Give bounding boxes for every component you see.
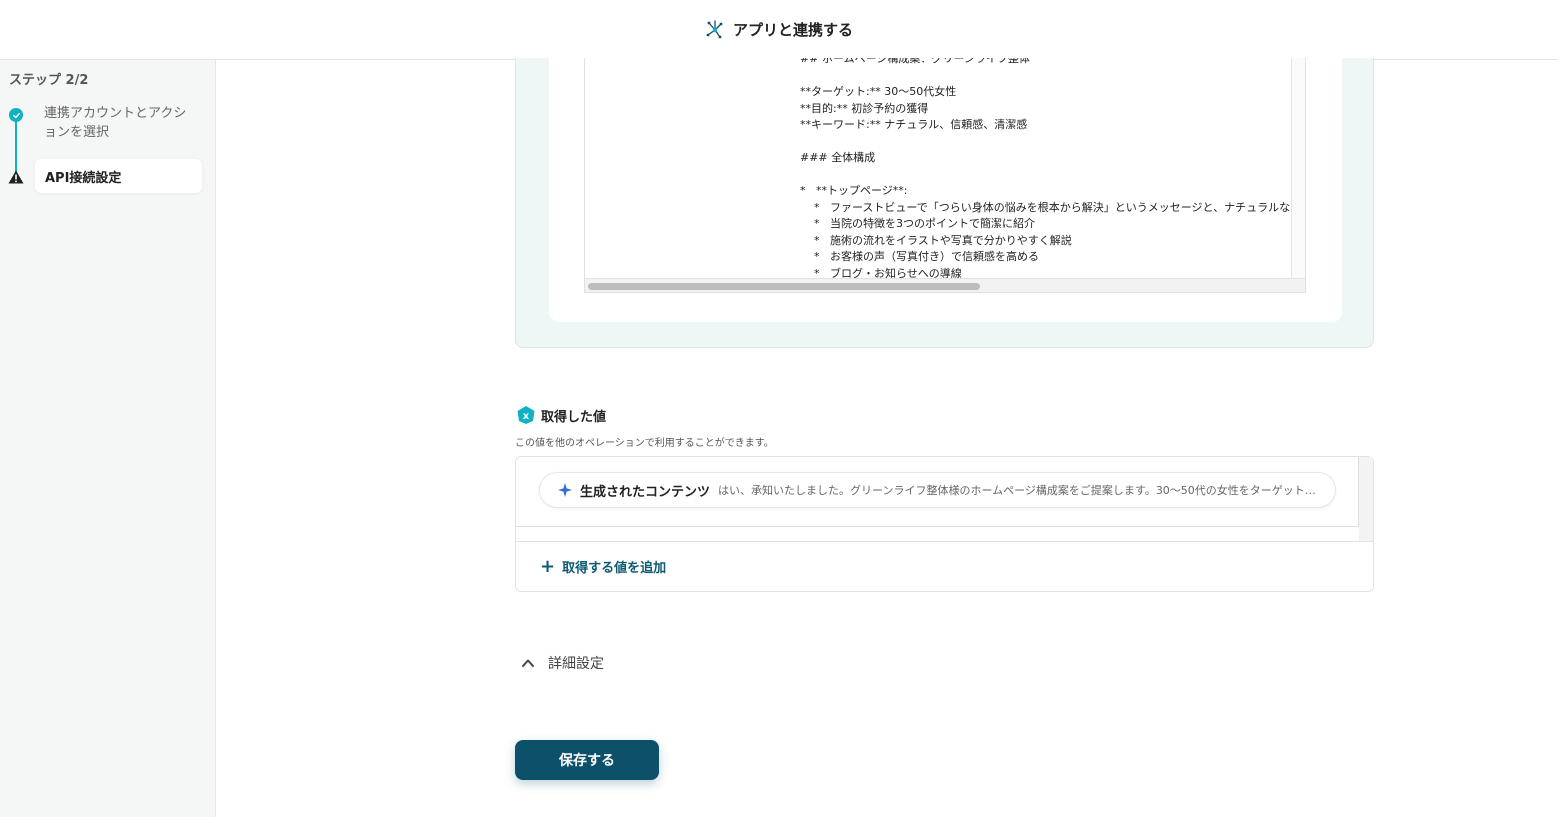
details-label: 詳細設定 [548, 656, 604, 672]
chevron-up-icon [522, 659, 534, 667]
step-counter: ステップ 2/2 [9, 73, 89, 88]
section-description: この値を他のオペレーションで利用することができます。 [515, 438, 774, 449]
output-textarea[interactable]: ## ホームページ構成案：グリーンライフ整体 **ターゲット:** 30〜50代… [584, 58, 1306, 293]
value-chip[interactable]: 生成されたコンテンツ はい、承知いたしました。グリーンライフ整体様のホームページ… [539, 472, 1336, 508]
output-line: * **トップページ**: [800, 184, 908, 197]
plus-icon: + [540, 555, 556, 577]
horizontal-scroll-thumb[interactable] [588, 283, 980, 290]
details-toggle[interactable]: 詳細設定 [520, 653, 604, 673]
values-scrollbar[interactable] [1359, 457, 1373, 541]
output-card: ## ホームページ構成案：グリーンライフ整体 **ターゲット:** 30〜50代… [549, 58, 1342, 322]
output-line: * ファーストビューで「つらい身体の悩みを根本から解決」というメッセージと、ナチ… [800, 200, 1290, 214]
value-name: 生成されたコンテンツ [580, 484, 711, 500]
output-line: ## ホームページ構成案：グリーンライフ整体 [800, 58, 1030, 65]
save-button[interactable]: 保存する [515, 740, 659, 780]
output-line: ### 全体構成 [800, 151, 876, 164]
add-value-button[interactable]: + 取得する値を追加 [540, 557, 666, 576]
divider [516, 541, 1373, 542]
sidebar-step-select-account[interactable]: 連携アカウントとアクションを選択 [44, 104, 194, 142]
values-list: 生成されたコンテンツ はい、承知いたしました。グリーンライフ整体様のホームページ… [516, 457, 1359, 527]
variable-icon: x [517, 406, 535, 424]
vertical-scrollbar[interactable] [1291, 58, 1305, 278]
output-line: **目的:** 初診予約の獲得 [800, 101, 929, 115]
sidebar-step-api-settings[interactable]: API接続設定 [35, 159, 202, 193]
output-line: **キーワード:** ナチュラル、信頼感、清潔感 [800, 118, 1028, 131]
page-header: アプリと連携する [0, 0, 1558, 60]
horizontal-scrollbar[interactable] [585, 278, 1305, 292]
output-text: ## ホームページ構成案：グリーンライフ整体 **ターゲット:** 30〜50代… [800, 58, 1290, 282]
output-panel: ## ホームページ構成案：グリーンライフ整体 **ターゲット:** 30〜50代… [515, 58, 1374, 348]
svg-text:x: x [523, 411, 530, 422]
app-link-icon [706, 19, 723, 38]
sparkle-icon [558, 483, 572, 497]
value-preview: はい、承知いたしました。グリーンライフ整体様のホームページ構成案をご提案します。… [718, 484, 1319, 497]
add-value-label: 取得する値を追加 [562, 561, 667, 576]
check-circle-icon [9, 108, 23, 122]
step-sidebar: ステップ 2/2 連携アカウントとアクションを選択 API接続設定 [0, 60, 216, 817]
output-line: * お客様の声（写真付き）で信頼感を高める [800, 250, 1039, 263]
output-line: * 当院の特徴を3つのポイントで簡潔に紹介 [800, 217, 1035, 230]
output-line: * 施術の流れをイラストや写真で分かりやすく解説 [800, 233, 1072, 247]
warning-icon [8, 170, 24, 184]
page-title: アプリと連携する [732, 21, 853, 39]
section-title: 取得した値 [541, 410, 607, 425]
step-connector [15, 118, 17, 174]
retrieved-values-box: 生成されたコンテンツ はい、承知いたしました。グリーンライフ整体様のホームページ… [515, 456, 1374, 592]
output-line: **ターゲット:** 30〜50代女性 [800, 85, 957, 98]
